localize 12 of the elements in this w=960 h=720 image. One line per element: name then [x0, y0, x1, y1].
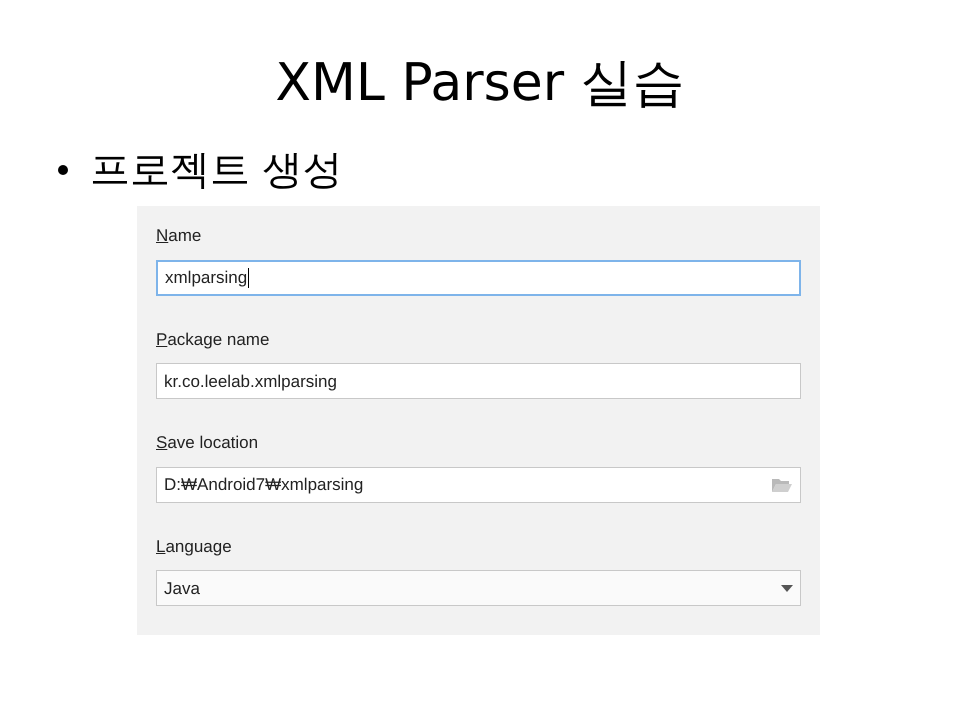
field-label: Package name — [156, 328, 270, 351]
field-label: Name — [156, 225, 202, 248]
bullet-text: 프로젝트 생성 — [90, 146, 343, 194]
field-label: Save location — [156, 432, 258, 454]
language-dropdown[interactable]: Java — [156, 570, 801, 606]
bullet-icon — [58, 165, 68, 176]
dropdown-arrow-icon[interactable] — [781, 584, 793, 592]
slide-title: XML Parser 실습 — [275, 52, 685, 114]
field-label: Language — [156, 536, 232, 558]
input-field[interactable]: xmlparsing — [156, 260, 801, 296]
input-field[interactable]: D:₩Android7₩xmlparsing — [156, 466, 801, 503]
input-field[interactable]: kr.co.leelab.xmlparsing — [156, 363, 801, 400]
